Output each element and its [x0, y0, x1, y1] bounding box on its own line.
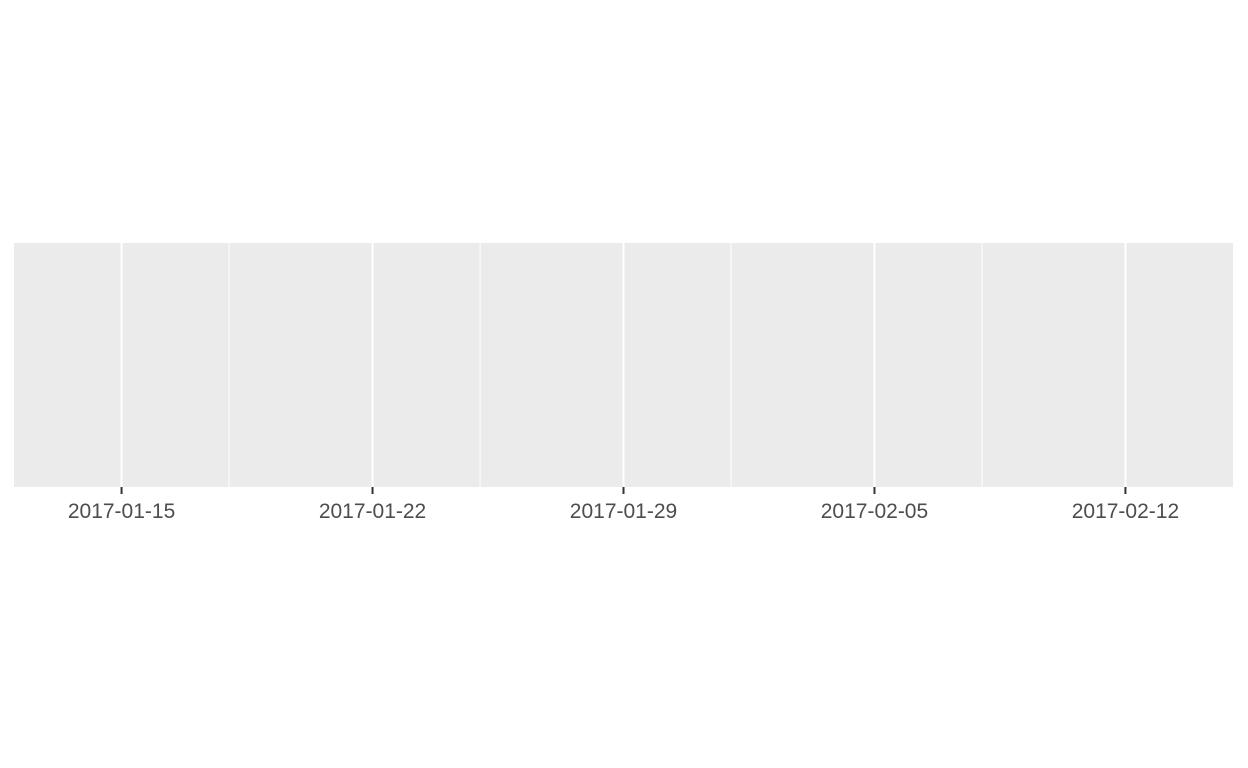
chart-svg: 2017-01-15 2017-01-22 2017-01-29 2017-02-05… [14, 243, 1233, 523]
x-tick-label-3: 2017-02-05 [821, 500, 928, 523]
x-axis-ticks [120, 487, 1127, 494]
x-tick-label-2: 2017-01-29 [570, 500, 677, 523]
x-tick-label-0: 2017-01-15 [68, 500, 175, 523]
x-tick-label-1: 2017-01-22 [319, 500, 426, 523]
x-axis-tick-labels: 2017-01-15 2017-01-22 2017-01-29 2017-02-05… [68, 500, 1179, 523]
chart: 2017-01-15 2017-01-22 2017-01-29 2017-02-05… [0, 0, 1248, 768]
x-tick-label-4: 2017-02-12 [1072, 500, 1179, 523]
